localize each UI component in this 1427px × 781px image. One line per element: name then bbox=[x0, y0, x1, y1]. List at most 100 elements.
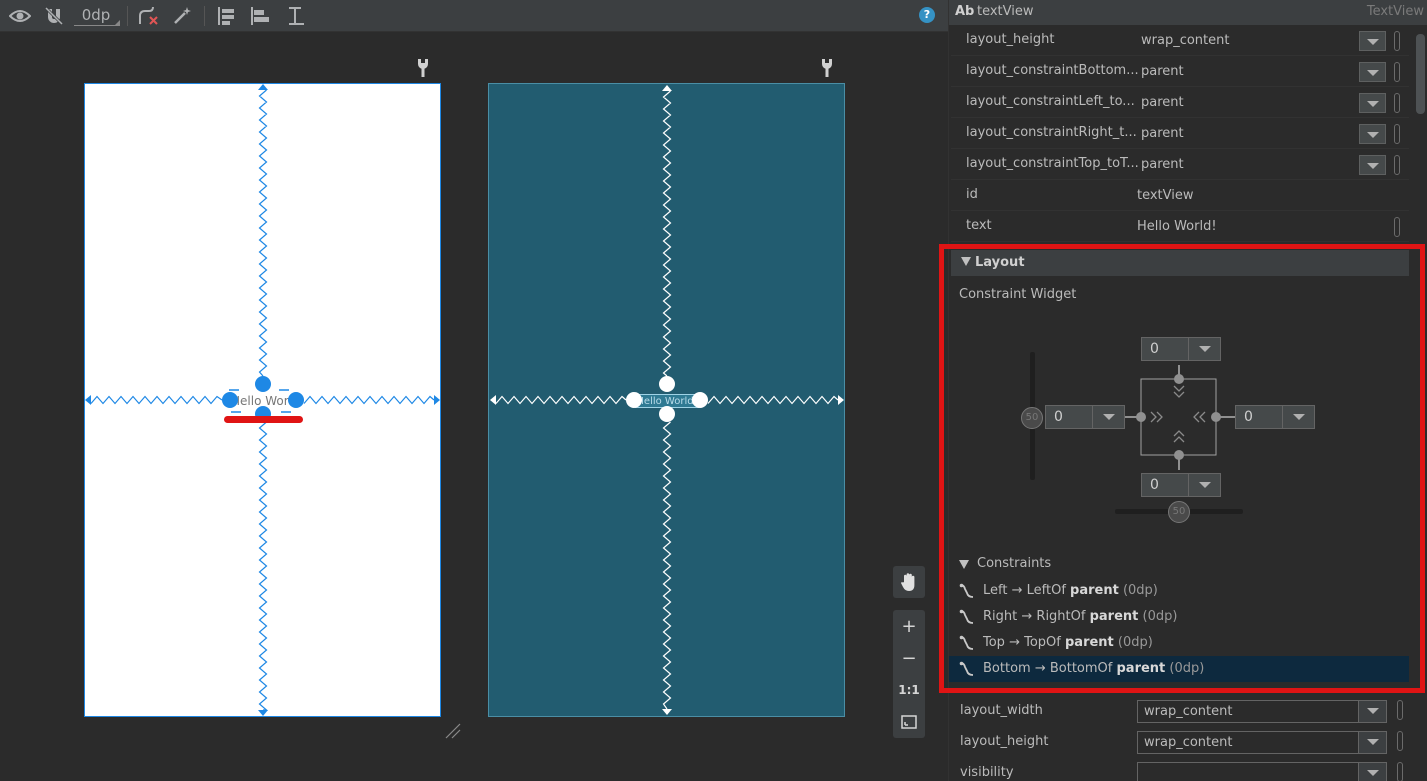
field-row-visibility[interactable]: visibility bbox=[951, 758, 1411, 781]
attributes-panel: Ab textView TextView layout_height wrap_… bbox=[948, 0, 1427, 781]
constraint-handles bbox=[222, 376, 304, 422]
wrench-icon[interactable] bbox=[820, 58, 834, 78]
zoom-in-button[interactable]: + bbox=[893, 610, 925, 642]
margin-right-input[interactable]: 0 bbox=[1235, 405, 1315, 429]
constraint-text: Left → LeftOf parent (0dp) bbox=[983, 583, 1158, 598]
horizontal-bias-thumb[interactable]: 50 bbox=[1168, 501, 1190, 523]
help-icon[interactable]: ? bbox=[919, 7, 935, 23]
field-value: wrap_content bbox=[1144, 704, 1233, 719]
pack-icon[interactable] bbox=[214, 4, 238, 28]
resource-picker-slot[interactable] bbox=[1394, 217, 1400, 237]
property-value[interactable]: textView bbox=[1137, 188, 1194, 203]
property-label: layout_constraintBottom... bbox=[966, 63, 1139, 78]
visibility-select[interactable] bbox=[1137, 762, 1387, 781]
margin-bottom-value: 0 bbox=[1150, 477, 1159, 493]
chevron-down-icon[interactable] bbox=[1092, 406, 1124, 428]
resource-picker-slot[interactable] bbox=[1394, 31, 1400, 51]
property-value[interactable]: parent bbox=[1141, 126, 1184, 141]
property-row-id[interactable]: id textView bbox=[951, 180, 1409, 211]
magnet-off-icon[interactable] bbox=[42, 4, 66, 28]
chevron-down-icon[interactable] bbox=[1358, 701, 1386, 722]
attributes-header: Ab textView TextView bbox=[949, 0, 1427, 25]
constraint-text: Right → RightOf parent (0dp) bbox=[983, 609, 1178, 624]
chevron-down-icon[interactable] bbox=[1188, 474, 1220, 496]
constraint-item-left[interactable]: Left → LeftOf parent (0dp) bbox=[949, 578, 1409, 604]
default-margin-field[interactable]: 0dp bbox=[74, 5, 120, 26]
layout-width-select[interactable]: wrap_content bbox=[1137, 700, 1387, 723]
resize-handle-icon[interactable] bbox=[442, 720, 462, 740]
constraint-widget-title: Constraint Widget bbox=[959, 287, 1077, 302]
constraint-widget: 0 0 0 0 50 50 bbox=[949, 330, 1427, 530]
guidelines-icon[interactable] bbox=[284, 4, 308, 28]
chevron-down-icon[interactable] bbox=[1359, 31, 1386, 51]
pan-hand-icon[interactable] bbox=[893, 566, 925, 598]
property-row-layout-height[interactable]: layout_height wrap_content bbox=[951, 25, 1409, 56]
property-value[interactable]: Hello World! bbox=[1137, 219, 1217, 234]
property-label: layout_width bbox=[960, 703, 1043, 718]
actual-size-button[interactable]: 1:1 bbox=[893, 674, 925, 706]
wrench-icon[interactable] bbox=[416, 58, 430, 78]
blueprint-surface[interactable]: Hello World! bbox=[488, 83, 845, 717]
layout-height-select[interactable]: wrap_content bbox=[1137, 731, 1387, 754]
resource-picker-slot[interactable] bbox=[1394, 124, 1400, 144]
component-class: TextView bbox=[1366, 4, 1424, 19]
property-label: visibility bbox=[960, 765, 1014, 780]
property-row-text[interactable]: text Hello World! bbox=[951, 211, 1409, 242]
chevron-down-icon[interactable] bbox=[1188, 338, 1220, 360]
chevron-down-icon[interactable] bbox=[1282, 406, 1314, 428]
bottom-constraint-highlight bbox=[224, 416, 303, 423]
zoom-out-button[interactable]: − bbox=[893, 642, 925, 674]
resource-picker-slot[interactable] bbox=[1397, 762, 1403, 781]
chevron-down-icon[interactable] bbox=[1358, 732, 1386, 753]
chevron-down-icon[interactable] bbox=[1358, 763, 1386, 781]
property-value[interactable]: parent bbox=[1141, 157, 1184, 172]
chevron-down-icon[interactable] bbox=[1359, 62, 1386, 82]
property-row-constraint-right[interactable]: layout_constraintRight_t... parent bbox=[951, 118, 1409, 149]
property-label: layout_constraintRight_t... bbox=[966, 125, 1137, 140]
resource-picker-slot[interactable] bbox=[1397, 700, 1403, 720]
magic-wand-icon[interactable] bbox=[170, 4, 194, 28]
margin-left-value: 0 bbox=[1054, 409, 1063, 425]
resource-picker-slot[interactable] bbox=[1394, 155, 1400, 175]
field-value: wrap_content bbox=[1144, 735, 1233, 750]
layout-section-header[interactable]: Layout bbox=[951, 250, 1409, 276]
design-toolbar: 0dp ? bbox=[0, 0, 948, 32]
fit-screen-icon[interactable] bbox=[893, 706, 925, 738]
design-surface[interactable]: Hello World! bbox=[84, 83, 441, 717]
margin-top-input[interactable]: 0 bbox=[1141, 337, 1221, 361]
design-editor: 0dp ? Hello World! Hello World! + − 1:1 bbox=[0, 0, 948, 781]
constraint-icon bbox=[959, 635, 974, 650]
property-row-constraint-top[interactable]: layout_constraintTop_toT... parent bbox=[951, 149, 1409, 180]
resource-picker-slot[interactable] bbox=[1394, 62, 1400, 82]
resource-picker-slot[interactable] bbox=[1394, 93, 1400, 113]
constraint-item-bottom[interactable]: Bottom → BottomOf parent (0dp) bbox=[949, 656, 1409, 682]
margin-bottom-input[interactable]: 0 bbox=[1141, 473, 1221, 497]
chevron-down-icon[interactable] bbox=[1359, 124, 1386, 144]
resource-picker-slot[interactable] bbox=[1397, 731, 1403, 751]
clear-constraints-icon[interactable] bbox=[136, 4, 160, 28]
constraint-item-top[interactable]: Top → TopOf parent (0dp) bbox=[949, 630, 1409, 656]
vertical-bias-thumb[interactable]: 50 bbox=[1021, 407, 1043, 429]
component-name: textView bbox=[977, 4, 1034, 19]
layout-section-title: Layout bbox=[975, 255, 1025, 270]
align-icon[interactable] bbox=[248, 4, 272, 28]
property-row-constraint-bottom[interactable]: layout_constraintBottom... parent bbox=[951, 56, 1409, 87]
margin-right-value: 0 bbox=[1244, 409, 1253, 425]
chevron-down-icon[interactable] bbox=[1359, 93, 1386, 113]
margin-left-input[interactable]: 0 bbox=[1045, 405, 1125, 429]
field-row-layout-height[interactable]: layout_height wrap_content bbox=[951, 727, 1411, 758]
constraint-item-right[interactable]: Right → RightOf parent (0dp) bbox=[949, 604, 1409, 630]
constraint-text: Top → TopOf parent (0dp) bbox=[983, 635, 1153, 650]
scrollbar[interactable] bbox=[1416, 34, 1425, 114]
constraint-icon bbox=[959, 661, 974, 676]
property-value[interactable]: wrap_content bbox=[1141, 33, 1229, 48]
property-value[interactable]: parent bbox=[1141, 64, 1184, 79]
property-value[interactable]: parent bbox=[1141, 95, 1184, 110]
chevron-down-icon[interactable] bbox=[1359, 155, 1386, 175]
zoom-panel: + − 1:1 bbox=[893, 610, 925, 738]
pan-panel bbox=[893, 566, 925, 598]
field-row-layout-width[interactable]: layout_width wrap_content bbox=[951, 696, 1411, 727]
eye-icon[interactable] bbox=[8, 4, 32, 28]
property-row-constraint-left[interactable]: layout_constraintLeft_to... parent bbox=[951, 87, 1409, 118]
toolbar-separator bbox=[204, 6, 205, 26]
